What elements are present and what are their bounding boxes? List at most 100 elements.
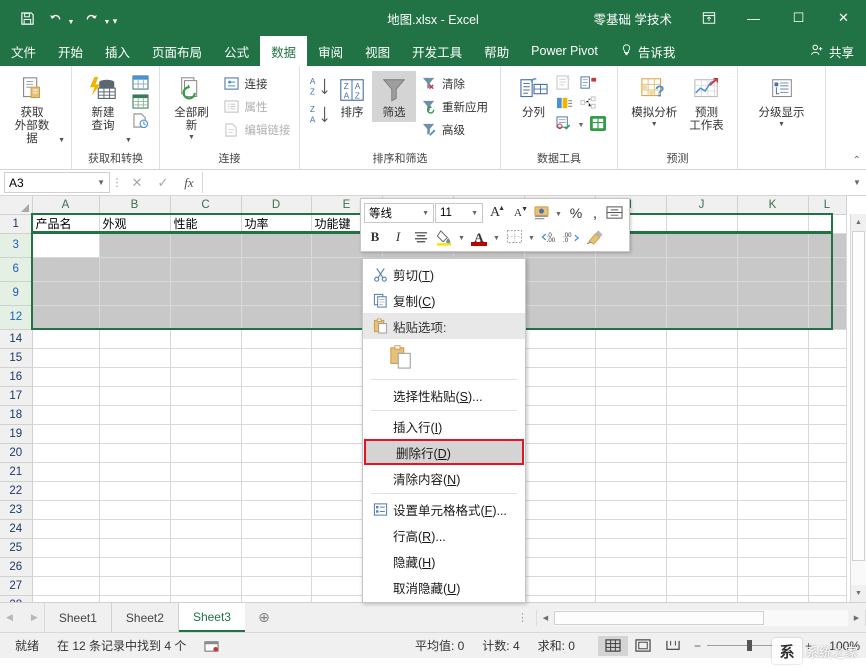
cell[interactable] <box>241 257 311 281</box>
row-header-22[interactable]: 22 <box>0 481 32 500</box>
cell[interactable] <box>524 538 595 557</box>
cell[interactable] <box>595 481 666 500</box>
share-button[interactable]: 共享 <box>810 36 866 66</box>
scroll-down-arrow-icon[interactable]: ▼ <box>851 585 866 602</box>
cell[interactable] <box>32 405 99 424</box>
row-header-1[interactable]: 1 <box>0 214 32 233</box>
font-size-dropdown-icon[interactable]: ▼ <box>467 210 480 217</box>
cell[interactable] <box>241 538 311 557</box>
cell[interactable] <box>737 424 808 443</box>
sort-button[interactable]: ZAAZ 排序 <box>332 71 372 122</box>
tab-page-layout[interactable]: 页面布局 <box>141 36 213 66</box>
name-box[interactable]: A3 ▼ <box>4 172 110 193</box>
cell[interactable] <box>524 481 595 500</box>
tab-power-pivot[interactable]: Power Pivot <box>520 36 609 66</box>
row-header-24[interactable]: 24 <box>0 519 32 538</box>
cell[interactable] <box>737 257 808 281</box>
row-header-19[interactable]: 19 <box>0 424 32 443</box>
cell[interactable] <box>595 257 666 281</box>
cell[interactable] <box>808 329 846 348</box>
comma-style-icon[interactable]: , <box>588 202 602 224</box>
cell[interactable] <box>666 257 737 281</box>
outline-dropdown-icon[interactable]: ▼ <box>778 121 785 128</box>
normal-view-icon[interactable] <box>598 636 628 656</box>
cell[interactable] <box>808 281 846 305</box>
cell[interactable] <box>595 576 666 595</box>
cell[interactable] <box>32 348 99 367</box>
tab-developer[interactable]: 开发工具 <box>401 36 473 66</box>
number-format-dropdown-icon[interactable]: ▼ <box>553 202 564 224</box>
cell[interactable] <box>737 348 808 367</box>
minimize-button[interactable]: — <box>731 0 776 36</box>
cell[interactable] <box>524 500 595 519</box>
cell[interactable] <box>666 500 737 519</box>
cell[interactable] <box>241 405 311 424</box>
cell[interactable] <box>808 405 846 424</box>
horizontal-scroll-track[interactable] <box>554 610 848 626</box>
undo-dropdown-icon[interactable]: ▼ <box>66 6 76 30</box>
row-header-27[interactable]: 27 <box>0 576 32 595</box>
cell[interactable] <box>524 305 595 329</box>
cell[interactable] <box>737 595 808 602</box>
cell[interactable] <box>99 500 170 519</box>
cell[interactable] <box>99 281 170 305</box>
cell[interactable] <box>241 576 311 595</box>
consolidate-dropdown-icon[interactable]: ▼ <box>576 115 587 131</box>
cell[interactable] <box>241 443 311 462</box>
cell[interactable] <box>666 405 737 424</box>
cell[interactable] <box>666 281 737 305</box>
cell[interactable] <box>666 462 737 481</box>
vertical-scroll-track[interactable] <box>851 231 866 585</box>
tab-data[interactable]: 数据 <box>260 36 307 66</box>
cell[interactable] <box>595 538 666 557</box>
row-header-6[interactable]: 6 <box>0 257 32 281</box>
cell[interactable]: 产品名 <box>32 214 99 233</box>
cell[interactable] <box>595 595 666 602</box>
vertical-scrollbar[interactable]: ▲ ▼ <box>850 214 866 602</box>
refresh-all-dropdown-icon[interactable]: ▼ <box>188 134 195 141</box>
cell[interactable] <box>737 329 808 348</box>
row-header-21[interactable]: 21 <box>0 462 32 481</box>
cell[interactable] <box>170 538 241 557</box>
cell[interactable] <box>524 595 595 602</box>
row-header-20[interactable]: 20 <box>0 443 32 462</box>
cell[interactable] <box>666 424 737 443</box>
scroll-right-arrow-icon[interactable]: ▶ <box>848 610 865 626</box>
cell[interactable] <box>99 424 170 443</box>
show-queries-icon[interactable] <box>132 111 150 129</box>
cell[interactable] <box>524 519 595 538</box>
sort-descending-icon[interactable]: ZA <box>308 101 332 129</box>
menu-item-delete-row[interactable]: 删除行(D) <box>364 439 524 465</box>
cell[interactable] <box>808 257 846 281</box>
cell[interactable] <box>595 329 666 348</box>
row-header-23[interactable]: 23 <box>0 500 32 519</box>
fill-color-dropdown-icon[interactable]: ▼ <box>456 226 467 248</box>
cell[interactable] <box>595 281 666 305</box>
next-sheet-icon[interactable]: ▶ <box>31 612 38 623</box>
cell[interactable] <box>170 367 241 386</box>
reapply-filter-button[interactable]: 重新应用 <box>416 95 492 118</box>
cell[interactable]: 性能 <box>170 214 241 233</box>
tab-file[interactable]: 文件 <box>0 36 47 66</box>
column-header-b[interactable]: B <box>99 196 170 214</box>
row-header-14[interactable]: 14 <box>0 329 32 348</box>
cell[interactable] <box>737 500 808 519</box>
cell[interactable] <box>99 481 170 500</box>
sheet-overflow-icon[interactable]: ⋮ <box>509 611 536 624</box>
cell[interactable] <box>524 405 595 424</box>
cell[interactable] <box>595 367 666 386</box>
row-header-25[interactable]: 25 <box>0 538 32 557</box>
row-header-12[interactable]: 12 <box>0 305 32 329</box>
cell[interactable] <box>808 462 846 481</box>
connections-button[interactable]: 连接 <box>219 72 295 95</box>
cell[interactable] <box>808 538 846 557</box>
cell[interactable] <box>737 481 808 500</box>
column-header-a[interactable]: A <box>32 196 99 214</box>
formula-input[interactable] <box>202 172 848 193</box>
scroll-up-arrow-icon[interactable]: ▲ <box>851 214 866 231</box>
cell[interactable] <box>32 386 99 405</box>
cell[interactable] <box>32 500 99 519</box>
expand-formula-bar-icon[interactable]: ▼ <box>848 170 866 195</box>
cell[interactable] <box>32 424 99 443</box>
increase-font-size-icon[interactable]: A▲ <box>484 202 506 224</box>
